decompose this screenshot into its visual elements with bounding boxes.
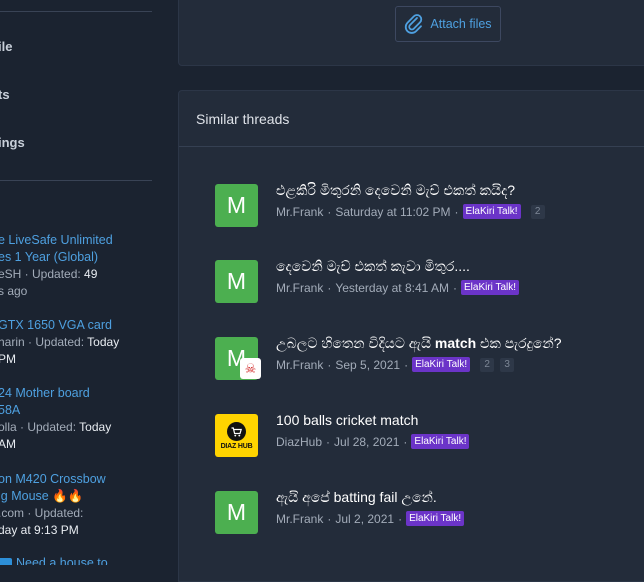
- paperclip-icon: [404, 13, 424, 35]
- forum-badge[interactable]: ElaKiri Talk!: [406, 511, 465, 526]
- sidebar-thread-meta: PM: [0, 352, 16, 366]
- similar-thread-row[interactable]: M ඇයි අපේ batting fail උනේ. Mr.Frank · Ju…: [215, 489, 644, 535]
- similar-thread-row[interactable]: M ☠ උබලට හිතෙන විදියට ඇයි match එක පැරදු…: [215, 335, 644, 381]
- prefix-badge-icon: [0, 558, 12, 565]
- divider: [0, 11, 152, 12]
- attach-files-label: Attach files: [430, 17, 492, 31]
- sidebar-thread[interactable]: Need a house to: [0, 555, 152, 565]
- thread-meta: Mr.Frank · Yesterday at 8:41 AM · ElaKiri …: [276, 280, 520, 295]
- thread-date[interactable]: Jul 28, 2021: [334, 435, 399, 449]
- thread-date[interactable]: Yesterday at 8:41 AM: [335, 281, 449, 295]
- avatar-text: DIAZ HUB: [220, 443, 253, 450]
- sidebar: ile ts ings e LiveSafe Unlimited es 1 Ye…: [0, 0, 152, 565]
- sidebar-thread-meta: .com · Updated:: [0, 506, 84, 520]
- sidebar-thread-title[interactable]: e LiveSafe Unlimited: [0, 232, 152, 249]
- sidebar-thread-title[interactable]: 24 Mother board: [0, 385, 152, 402]
- page-link[interactable]: 2: [530, 204, 545, 219]
- thread-date[interactable]: Jul 2, 2021: [335, 512, 394, 526]
- skull-icon: ☠: [240, 358, 261, 379]
- sidebar-thread-title[interactable]: 58A: [0, 402, 152, 419]
- avatar[interactable]: M: [215, 260, 258, 303]
- forum-badge[interactable]: ElaKiri Talk!: [460, 280, 520, 295]
- sidebar-thread-title-text[interactable]: Need a house to: [16, 556, 108, 565]
- sidebar-thread[interactable]: 24 Mother board 58A olla · Updated: Toda…: [0, 385, 152, 453]
- sidebar-thread-meta: harin · Updated: Today: [0, 335, 120, 349]
- divider: [0, 180, 152, 181]
- thread-title[interactable]: ඇයි අපේ batting fail උනේ.: [276, 489, 437, 506]
- thread-meta: Mr.Frank · Jul 2, 2021 · ElaKiri Talk!: [276, 511, 465, 526]
- page-link[interactable]: 3: [500, 357, 515, 372]
- sidebar-thread[interactable]: GTX 1650 VGA card harin · Updated: Today…: [0, 317, 152, 368]
- sidebar-thread-meta: AM: [0, 437, 16, 451]
- sidebar-link-profile[interactable]: ile: [0, 39, 12, 54]
- attach-files-button[interactable]: Attach files: [395, 6, 501, 42]
- sidebar-thread-title[interactable]: es 1 Year (Global): [0, 249, 152, 266]
- avatar[interactable]: M: [215, 184, 258, 227]
- sidebar-thread-meta: olla · Updated: Today: [0, 420, 112, 434]
- sidebar-thread-meta: day at 9:13 PM: [0, 523, 79, 537]
- forum-badge[interactable]: ElaKiri Talk!: [411, 434, 470, 449]
- similar-thread-row[interactable]: M එළකිරි මිතුරනි දෙවෙනි මැච් එකත් කයිද? …: [215, 182, 644, 228]
- forum-badge[interactable]: ElaKiri Talk!: [412, 357, 471, 372]
- page-link[interactable]: 2: [480, 357, 495, 372]
- sidebar-thread-title[interactable]: GTX 1650 VGA card: [0, 317, 152, 334]
- avatar[interactable]: M: [215, 491, 258, 534]
- thread-meta: DiazHub · Jul 28, 2021 · ElaKiri Talk!: [276, 434, 470, 449]
- thread-date[interactable]: Saturday at 11:02 PM: [335, 205, 450, 219]
- sidebar-thread-title[interactable]: Need a house to: [0, 555, 152, 565]
- thread-title[interactable]: 100 balls cricket match: [276, 412, 418, 428]
- reply-editor-panel: Attach files: [178, 0, 644, 66]
- similar-thread-row[interactable]: DIAZ HUB 100 balls cricket match DiazHub…: [215, 412, 644, 458]
- thread-author[interactable]: Mr.Frank: [276, 205, 323, 219]
- similar-thread-row[interactable]: M දෙවෙනි මැච් එකත් කැවා මිතුර.... Mr.Fra…: [215, 258, 644, 304]
- thread-author[interactable]: Mr.Frank: [276, 358, 323, 372]
- sidebar-thread-title[interactable]: on M420 Crossbow: [0, 471, 152, 488]
- thread-meta: Mr.Frank · Sep 5, 2021 · ElaKiri Talk! 23: [276, 357, 515, 372]
- sidebar-thread[interactable]: on M420 Crossbow ig Mouse 🔥🔥 .com · Upda…: [0, 471, 152, 539]
- thread-author[interactable]: DiazHub: [276, 435, 322, 449]
- thread-author[interactable]: Mr.Frank: [276, 281, 323, 295]
- sidebar-link-alerts[interactable]: ts: [0, 87, 10, 102]
- sidebar-thread-meta: s ago: [0, 284, 28, 298]
- cart-icon: [227, 422, 246, 441]
- thread-meta: Mr.Frank · Saturday at 11:02 PM · ElaKiri …: [276, 204, 545, 219]
- similar-threads-panel: Similar threads M එළකිරි මිතුරනි දෙවෙනි …: [178, 90, 644, 582]
- sidebar-thread-meta: eSH · Updated: 49: [0, 267, 98, 281]
- sidebar-thread[interactable]: e LiveSafe Unlimited es 1 Year (Global) …: [0, 232, 152, 300]
- thread-author[interactable]: Mr.Frank: [276, 512, 323, 526]
- sidebar-thread-title[interactable]: ig Mouse 🔥🔥: [0, 488, 152, 505]
- thread-title[interactable]: උබලට හිතෙන විදියට ඇයි match එක පැරදුනේ?: [276, 335, 562, 352]
- avatar[interactable]: DIAZ HUB: [215, 414, 258, 457]
- thread-title[interactable]: දෙවෙනි මැච් එකත් කැවා මිතුර....: [276, 258, 470, 275]
- thread-title[interactable]: එළකිරි මිතුරනි දෙවෙනි මැච් එකත් කයිද?: [276, 182, 515, 199]
- forum-badge[interactable]: ElaKiri Talk!: [462, 204, 521, 219]
- sidebar-link-settings[interactable]: ings: [0, 135, 25, 150]
- similar-threads-heading: Similar threads: [179, 91, 644, 147]
- thread-date[interactable]: Sep 5, 2021: [335, 358, 400, 372]
